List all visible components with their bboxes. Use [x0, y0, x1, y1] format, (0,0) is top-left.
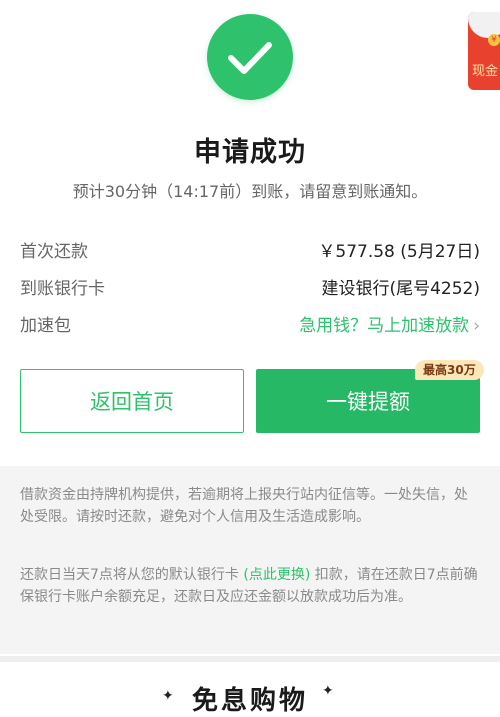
promo-label: 现金 [472, 64, 499, 79]
red-packet-promo[interactable]: ¥ 现金 [468, 12, 500, 90]
coin-icon: ¥ [488, 34, 500, 46]
speedup-row[interactable]: 加速包 急用钱？马上加速放款 › [20, 311, 480, 339]
page-title: 申请成功 [194, 137, 306, 168]
arrival-notice: 预计30分钟（14:17前）到账，请留意到账通知。 [72, 182, 428, 201]
bank-card-row: 到账银行卡 建设银行(尾号4252) [20, 274, 480, 302]
speedup-link-wrap[interactable]: 急用钱？马上加速放款 › [299, 311, 480, 336]
speedup-link[interactable]: 急用钱？马上加速放款 [299, 316, 469, 336]
bank-card-value: 建设银行(尾号4252) [321, 279, 480, 299]
free-interest-shopping-title[interactable]: 免息购物 [0, 680, 500, 717]
first-repayment-label: 首次还款 [20, 242, 88, 262]
repayment-notice-a: 还款日当天7点将从您的默认银行卡 [20, 567, 244, 583]
change-card-link[interactable]: (点此更换) [243, 567, 310, 583]
notice-panel: 借款资金由持牌机构提供，若逾期将上报央行站内征信等。一处失信，处处受限。请按时还… [0, 466, 500, 654]
first-repayment-value: ￥577.58 (5月27日) [318, 242, 480, 262]
sparkle-right-icon: ✦ [322, 683, 334, 699]
success-check-icon [207, 14, 293, 100]
chevron-right-icon: › [473, 316, 480, 336]
max-limit-badge: 最高30万 [415, 360, 484, 380]
repayment-notice: 还款日当天7点将从您的默认银行卡 (点此更换) 扣款，请在还款日7点前确保银行卡… [20, 564, 480, 608]
back-home-button[interactable]: 返回首页 [20, 369, 244, 433]
bank-card-label: 到账银行卡 [20, 279, 105, 299]
speedup-label: 加速包 [20, 316, 71, 336]
first-repayment-row: 首次还款 ￥577.58 (5月27日) [20, 237, 480, 265]
credit-notice: 借款资金由持牌机构提供，若逾期将上报央行站内征信等。一处失信，处处受限。请按时还… [20, 487, 468, 525]
